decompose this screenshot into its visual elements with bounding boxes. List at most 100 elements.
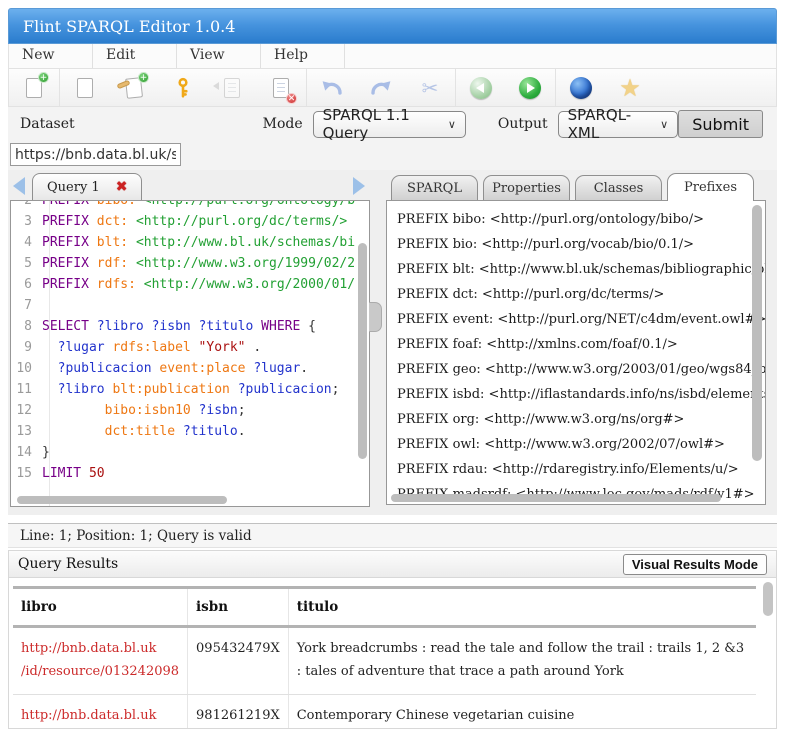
column-header-titulo: titulo: [288, 588, 756, 627]
title-bar: Flint SPARQL Editor 1.0.4: [8, 8, 777, 44]
code-text: PREFIX blt: <http://www.bl.uk/schemas/bi: [42, 232, 355, 253]
resource-link[interactable]: http://bnb.data.bl.uk/id/resource/013527…: [21, 708, 179, 729]
panel-vertical-scrollbar[interactable]: [752, 205, 762, 461]
delete-query-icon[interactable]: ✕: [268, 75, 294, 101]
main-split: Query 1 ✖ 2PREFIX bibo: <http://purl.org…: [8, 170, 777, 515]
code-line: 9 ?lugar rdfs:label "York" .: [11, 337, 355, 358]
new-query-icon[interactable]: +: [21, 75, 47, 101]
column-header-libro: libro: [13, 588, 188, 627]
line-number: 12: [11, 400, 42, 421]
menu-item-new[interactable]: New: [9, 44, 93, 68]
controls-row: Dataset Mode SPARQL 1.1 Query ∨ Output S…: [8, 107, 777, 141]
code-line: 6PREFIX rdfs: <http://www.w3.org/2000/01…: [11, 274, 355, 295]
results-body: libroisbntitulo http://bnb.data.bl.uk/id…: [9, 578, 776, 728]
code-line: 5PREFIX rdf: <http://www.w3.org/1999/02/…: [11, 253, 355, 274]
code-line: 10 ?publicacion event:place ?lugar.: [11, 358, 355, 379]
code-text: ?lugar rdfs:label "York" .: [42, 337, 261, 358]
tab-sparql[interactable]: SPARQL: [391, 175, 478, 201]
toolbar-group-file: +: [9, 69, 60, 106]
toolbar-group-misc: ★: [556, 69, 655, 106]
toolbar: + + ✕: [8, 69, 777, 107]
mode-select[interactable]: SPARQL 1.1 Query ∨: [313, 111, 466, 138]
next-icon[interactable]: [517, 75, 543, 101]
key-icon[interactable]: [170, 75, 196, 101]
query-results-section: Query Results Visual Results Mode libroi…: [8, 550, 777, 729]
reference-tabs: SPARQLPropertiesClassesPrefixes: [386, 171, 766, 200]
code-line: 2PREFIX bibo: <http://purl.org/ontology/…: [11, 200, 355, 211]
code-lines: 2PREFIX bibo: <http://purl.org/ontology/…: [11, 200, 355, 494]
prefix-item: PREFIX bibo: <http://purl.org/ontology/b…: [387, 207, 765, 232]
cell-titulo: York breadcrumbs : read the tale and fol…: [288, 627, 756, 695]
code-text: PREFIX bibo: <http://purl.org/ontology/b: [42, 200, 355, 211]
panel-horizontal-scrollbar[interactable]: [391, 494, 721, 502]
submit-button[interactable]: Submit: [678, 110, 763, 138]
menu-item-view[interactable]: View: [177, 44, 261, 68]
open-query-icon[interactable]: +: [121, 75, 147, 101]
line-number: 2: [11, 200, 42, 211]
prefix-item: PREFIX blt: <http://www.bl.uk/schemas/bi…: [387, 257, 765, 282]
blank-document-icon[interactable]: [72, 75, 98, 101]
cut-icon: ✂: [417, 75, 443, 101]
tab-classes[interactable]: Classes: [575, 175, 662, 201]
line-number: 11: [11, 379, 42, 400]
code-line: 12 bibo:isbn10 ?isbn;: [11, 400, 355, 421]
globe-icon[interactable]: [568, 75, 594, 101]
undo-icon[interactable]: [319, 75, 345, 101]
query-tab-strip: Query 1 ✖: [10, 171, 370, 200]
line-number: 13: [11, 421, 42, 442]
sparql-code-editor[interactable]: 2PREFIX bibo: <http://purl.org/ontology/…: [10, 200, 370, 507]
table-row: http://bnb.data.bl.uk/id/resource/013527…: [13, 694, 756, 728]
query-tab[interactable]: Query 1 ✖: [32, 173, 142, 200]
code-text: ?libro blt:publication ?publicacion;: [42, 379, 339, 400]
code-text: PREFIX rdfs: <http://www.w3.org/2000/01/: [42, 274, 355, 295]
dataset-input[interactable]: [10, 143, 181, 166]
line-number: 4: [11, 232, 42, 253]
results-title: Query Results: [18, 556, 118, 572]
line-number: 7: [11, 295, 42, 316]
menu-item-help[interactable]: Help: [261, 44, 345, 68]
line-number: 3: [11, 211, 42, 232]
prefix-item: PREFIX isbd: <http://iflastandards.info/…: [387, 382, 765, 407]
tab-prefixes[interactable]: Prefixes: [667, 173, 754, 201]
code-line: 4PREFIX blt: <http://www.bl.uk/schemas/b…: [11, 232, 355, 253]
next-tab-arrow-icon[interactable]: [353, 177, 365, 195]
mode-select-value: SPARQL 1.1 Query: [323, 106, 440, 142]
cell-isbn: 095432479X: [188, 627, 289, 695]
splitter-handle[interactable]: [369, 302, 382, 332]
close-tab-icon[interactable]: ✖: [116, 179, 128, 195]
code-line: 8SELECT ?libro ?isbn ?titulo WHERE {: [11, 316, 355, 337]
chevron-down-icon: ∨: [660, 118, 668, 131]
star-icon[interactable]: ★: [617, 75, 643, 101]
code-line: 7: [11, 295, 355, 316]
line-number: 5: [11, 253, 42, 274]
redo-icon[interactable]: [368, 75, 394, 101]
code-text: bibo:isbn10 ?isbn;: [42, 400, 246, 421]
previous-icon[interactable]: [468, 75, 494, 101]
code-text: ?publicacion event:place ?lugar.: [42, 358, 308, 379]
visual-results-mode-button[interactable]: Visual Results Mode: [623, 554, 767, 575]
code-line: 3PREFIX dct: <http://purl.org/dc/terms/>: [11, 211, 355, 232]
line-number: 6: [11, 274, 42, 295]
import-icon: [219, 75, 245, 101]
prefix-item: PREFIX rdau: <http://rdaregistry.info/El…: [387, 457, 765, 482]
prefix-item: PREFIX dct: <http://purl.org/dc/terms/>: [387, 282, 765, 307]
code-text: SELECT ?libro ?isbn ?titulo WHERE {: [42, 316, 316, 337]
tab-properties[interactable]: Properties: [483, 175, 570, 201]
cell-libro: http://bnb.data.bl.uk/id/resource/013242…: [13, 627, 188, 695]
mode-label: Mode: [263, 116, 303, 132]
code-text: PREFIX dct: <http://purl.org/dc/terms/>: [42, 211, 347, 232]
cell-titulo: Contemporary Chinese vegetarian cuisine: [288, 694, 756, 728]
editor-vertical-scrollbar[interactable]: [358, 243, 367, 459]
resource-link[interactable]: http://bnb.data.bl.uk/id/resource/013242…: [21, 641, 179, 679]
toolbar-group-nav: [456, 69, 556, 106]
prefix-item: PREFIX owl: <http://www.w3.org/2002/07/o…: [387, 432, 765, 457]
cell-libro: http://bnb.data.bl.uk/id/resource/013527…: [13, 694, 188, 728]
prefixes-panel: PREFIX bibo: <http://purl.org/ontology/b…: [386, 200, 766, 505]
editor-horizontal-scrollbar[interactable]: [17, 496, 227, 504]
prev-tab-arrow-icon[interactable]: [13, 177, 25, 195]
line-number: 8: [11, 316, 42, 337]
output-select[interactable]: SPARQL-XML ∨: [558, 111, 679, 138]
results-vertical-scrollbar[interactable]: [763, 582, 773, 616]
dataset-url-row: [8, 141, 777, 170]
menu-item-edit[interactable]: Edit: [93, 44, 177, 68]
